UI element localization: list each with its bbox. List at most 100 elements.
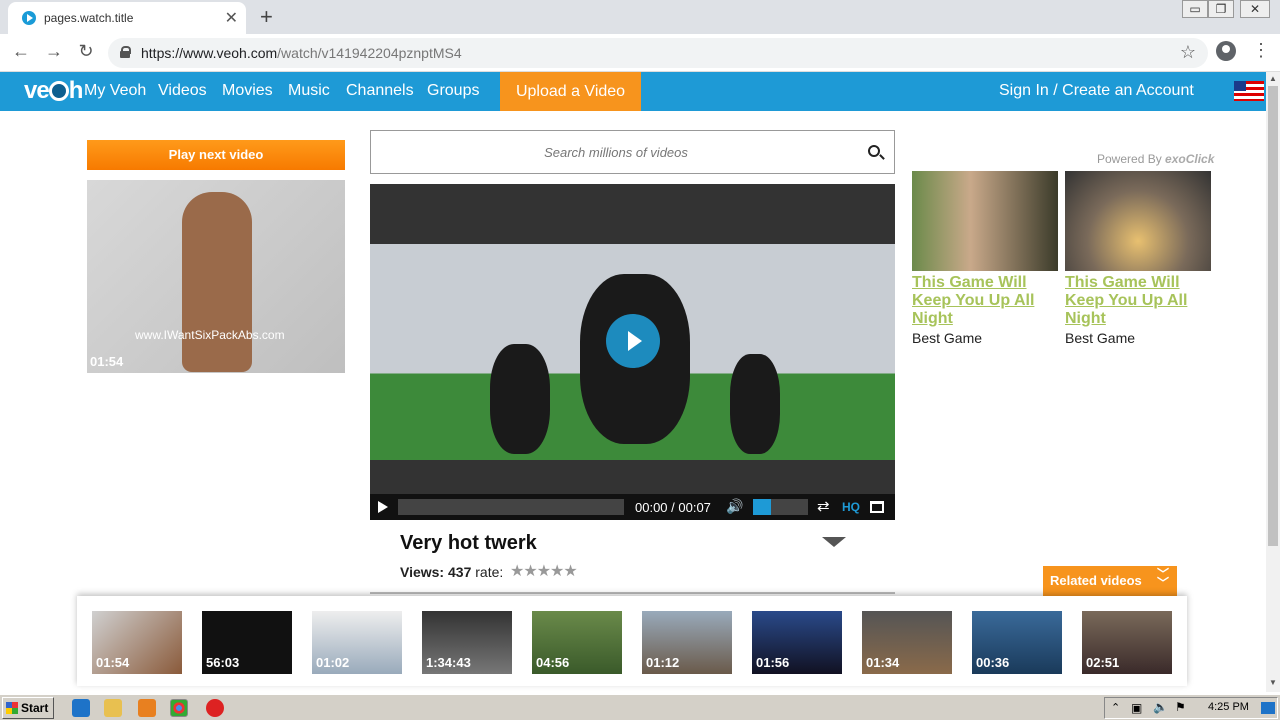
video-player[interactable]: 00:00 / 00:07 🔊 ⇄ HQ — [370, 184, 895, 520]
browser-tabstrip: pages.watch.title ✕ + ▭ ❐ ✕ — [0, 0, 1280, 34]
folder-icon[interactable] — [104, 699, 122, 717]
video-search — [370, 130, 895, 174]
taskbar-clock: 4:25 PM — [1208, 701, 1249, 713]
loop-icon[interactable]: ⇄ — [817, 497, 830, 515]
minimize-button[interactable]: ▭ — [1182, 0, 1208, 18]
veoh-logo[interactable]: ve h — [24, 77, 83, 105]
play-next-video-button[interactable]: Play next video — [87, 140, 345, 170]
thumbnail-watermark: www.IWantSixPackAbs.com — [135, 328, 285, 342]
signin-link[interactable]: Sign In / Create an Account — [999, 82, 1194, 100]
fullscreen-icon[interactable] — [870, 501, 884, 513]
close-window-button[interactable]: ✕ — [1240, 0, 1270, 18]
related-video-thumb[interactable]: 1:34:43 — [422, 611, 512, 674]
address-bar[interactable]: https://www.veoh.com/watch/v141942204pzn… — [108, 38, 1208, 68]
double-chevron-down-icon: ﹀ ﹀ — [1156, 567, 1169, 590]
upload-video-button[interactable]: Upload a Video — [500, 72, 641, 111]
ie-icon[interactable] — [72, 699, 90, 717]
bookmark-star-icon[interactable]: ☆ — [1180, 42, 1196, 63]
divider — [370, 592, 895, 594]
new-tab-button[interactable]: + — [260, 4, 273, 30]
nav-groups[interactable]: Groups — [427, 82, 479, 100]
play-icon[interactable] — [378, 501, 388, 513]
tab-title: pages.watch.title — [44, 11, 134, 25]
maximize-button[interactable]: ❐ — [1208, 0, 1234, 18]
speaker-icon[interactable]: 🔈 — [1153, 700, 1168, 714]
nav-my-veoh[interactable]: My Veoh — [84, 82, 146, 100]
related-video-thumb[interactable]: 01:34 — [862, 611, 952, 674]
scrollbar-thumb[interactable] — [1268, 86, 1278, 546]
browser-toolbar: ← → ↻ https://www.veoh.com/watch/v141942… — [0, 34, 1280, 72]
nav-music[interactable]: Music — [288, 82, 330, 100]
views-label: Views: — [400, 564, 445, 580]
show-desktop-icon[interactable] — [1261, 702, 1275, 714]
related-video-thumb[interactable]: 01:56 — [752, 611, 842, 674]
close-tab-icon[interactable]: ✕ — [225, 8, 238, 28]
flag-icon[interactable]: ⚑ — [1175, 700, 1186, 714]
related-duration: 01:34 — [866, 655, 900, 670]
start-button[interactable]: Start — [2, 697, 54, 719]
logo-o-icon — [48, 81, 69, 101]
scroll-down-icon[interactable]: ▼ — [1269, 678, 1277, 687]
related-duration: 01:54 — [96, 655, 130, 670]
player-controls: 00:00 / 00:07 🔊 ⇄ HQ — [370, 494, 895, 520]
lock-icon — [120, 46, 131, 58]
related-duration: 01:56 — [756, 655, 790, 670]
network-icon[interactable]: ▣ — [1131, 701, 1142, 715]
ad-powered-by[interactable]: Powered By exoClick — [1097, 152, 1214, 166]
related-video-thumb[interactable]: 04:56 — [532, 611, 622, 674]
video-figure — [730, 354, 780, 454]
ad-image[interactable] — [1065, 171, 1211, 271]
browser-tab[interactable]: pages.watch.title ✕ — [8, 2, 246, 34]
windows-taskbar: Start ⌃ ▣ 🔈 ⚑ 4:25 PM — [0, 694, 1280, 720]
nav-movies[interactable]: Movies — [222, 82, 273, 100]
related-duration: 1:34:43 — [426, 655, 471, 670]
back-arrow-icon[interactable]: ← — [9, 41, 33, 62]
related-video-thumb[interactable]: 01:02 — [312, 611, 402, 674]
hq-button[interactable]: HQ — [842, 500, 860, 514]
nav-channels[interactable]: Channels — [346, 82, 414, 100]
big-play-icon[interactable] — [606, 314, 660, 368]
related-video-thumb[interactable]: 01:12 — [642, 611, 732, 674]
ad-card[interactable]: This Game Will Keep You Up All Night Bes… — [912, 171, 1058, 346]
page-scrollbar[interactable]: ▲ ▼ — [1266, 72, 1280, 692]
related-video-thumb[interactable]: 02:51 — [1082, 611, 1172, 674]
views-count: 437 — [448, 564, 472, 580]
search-input[interactable] — [371, 131, 861, 173]
related-video-thumb[interactable]: 00:36 — [972, 611, 1062, 674]
next-video-thumbnail[interactable]: www.IWantSixPackAbs.com 01:54 — [87, 180, 345, 373]
video-figure — [490, 344, 550, 454]
scroll-up-icon[interactable]: ▲ — [1269, 74, 1277, 83]
volume-icon[interactable]: 🔊 — [726, 498, 743, 515]
seek-bar[interactable] — [398, 499, 624, 515]
reload-icon[interactable]: ↻ — [74, 41, 98, 62]
related-duration: 04:56 — [536, 655, 570, 670]
media-player-icon[interactable] — [138, 699, 156, 717]
time-display: 00:00 / 00:07 — [635, 500, 711, 515]
volume-slider[interactable] — [753, 499, 808, 515]
nav-videos[interactable]: Videos — [158, 82, 207, 100]
us-flag-icon[interactable] — [1234, 81, 1264, 101]
related-duration: 00:36 — [976, 655, 1010, 670]
menu-kebab-icon[interactable]: ⋮ — [1252, 40, 1270, 61]
ad-headline[interactable]: This Game Will Keep You Up All Night — [1065, 274, 1211, 328]
rating-stars[interactable]: ★★★★★ — [510, 561, 578, 581]
site-navbar: ve h My Veoh Videos Movies Music Channels… — [0, 72, 1266, 111]
account-icon[interactable] — [1216, 41, 1236, 61]
ad-card[interactable]: This Game Will Keep You Up All Night Bes… — [1065, 171, 1211, 346]
chrome-icon[interactable] — [170, 699, 188, 717]
forward-arrow-icon[interactable]: → — [42, 41, 66, 62]
tray-expand-icon[interactable]: ⌃ — [1111, 701, 1120, 714]
ad-image[interactable] — [912, 171, 1058, 271]
ad-subtitle: Best Game — [912, 330, 983, 346]
opera-icon[interactable] — [206, 699, 224, 717]
url-text[interactable]: https://www.veoh.com/watch/v141942204pzn… — [141, 45, 462, 61]
related-videos-button[interactable]: Related videos ﹀ ﹀ — [1043, 566, 1177, 596]
chevron-down-icon[interactable] — [822, 537, 846, 547]
related-duration: 01:02 — [316, 655, 350, 670]
related-video-thumb[interactable]: 01:54 — [92, 611, 182, 674]
ad-headline[interactable]: This Game Will Keep You Up All Night — [912, 274, 1058, 328]
veoh-favicon-icon — [22, 11, 36, 25]
related-video-thumb[interactable]: 56:03 — [202, 611, 292, 674]
search-icon[interactable] — [868, 145, 880, 157]
volume-level — [753, 499, 772, 515]
